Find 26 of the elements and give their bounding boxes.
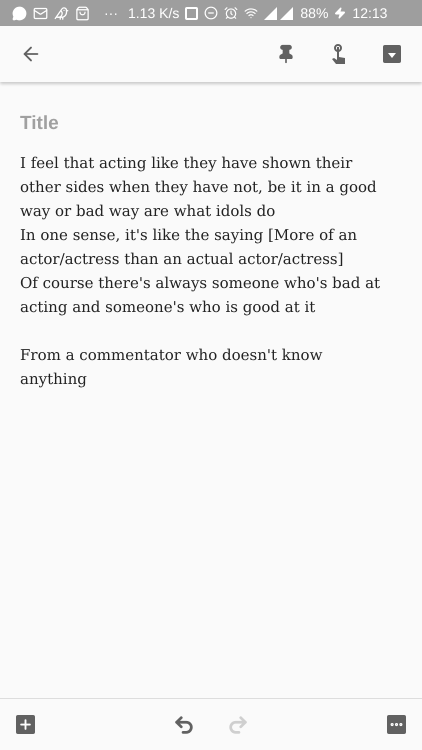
do-not-disturb-icon xyxy=(204,6,218,20)
add-button[interactable] xyxy=(16,715,35,734)
undo-icon xyxy=(173,714,195,736)
plus-icon xyxy=(18,717,33,732)
wifi-icon xyxy=(244,6,258,20)
undo-button[interactable] xyxy=(173,714,195,736)
note-paragraph: In one sense, it's like the saying [More of an actor/actress than an actual actor/actress] xyxy=(20,224,358,270)
network-speed: 1.13 K/s xyxy=(128,4,180,22)
note-paragraph: From a commentator who doesn't know anything xyxy=(20,344,324,390)
signal-icon xyxy=(264,6,294,20)
nfc-icon xyxy=(185,6,198,20)
bird-icon xyxy=(54,6,69,20)
more-button[interactable] xyxy=(387,715,406,734)
mail-icon xyxy=(33,6,48,20)
bag-icon xyxy=(75,6,90,20)
battery-level: 88% xyxy=(300,4,328,22)
alarm-icon xyxy=(224,6,238,20)
note-paragraph: I feel that acting like they have shown their other sides when they have not, be it in a good way or bad way are what idols do xyxy=(20,152,378,222)
note-paragraph: Of course there's always someone who's bad at acting and someone's who is good at it xyxy=(20,272,382,318)
more-notifications: ··· xyxy=(104,4,118,22)
charging-icon xyxy=(334,7,346,19)
chat-icon xyxy=(12,6,27,20)
archive-icon xyxy=(382,44,402,64)
title-field[interactable]: Title xyxy=(20,110,402,138)
clock: 12:13 xyxy=(352,4,388,22)
redo-icon xyxy=(227,714,249,736)
